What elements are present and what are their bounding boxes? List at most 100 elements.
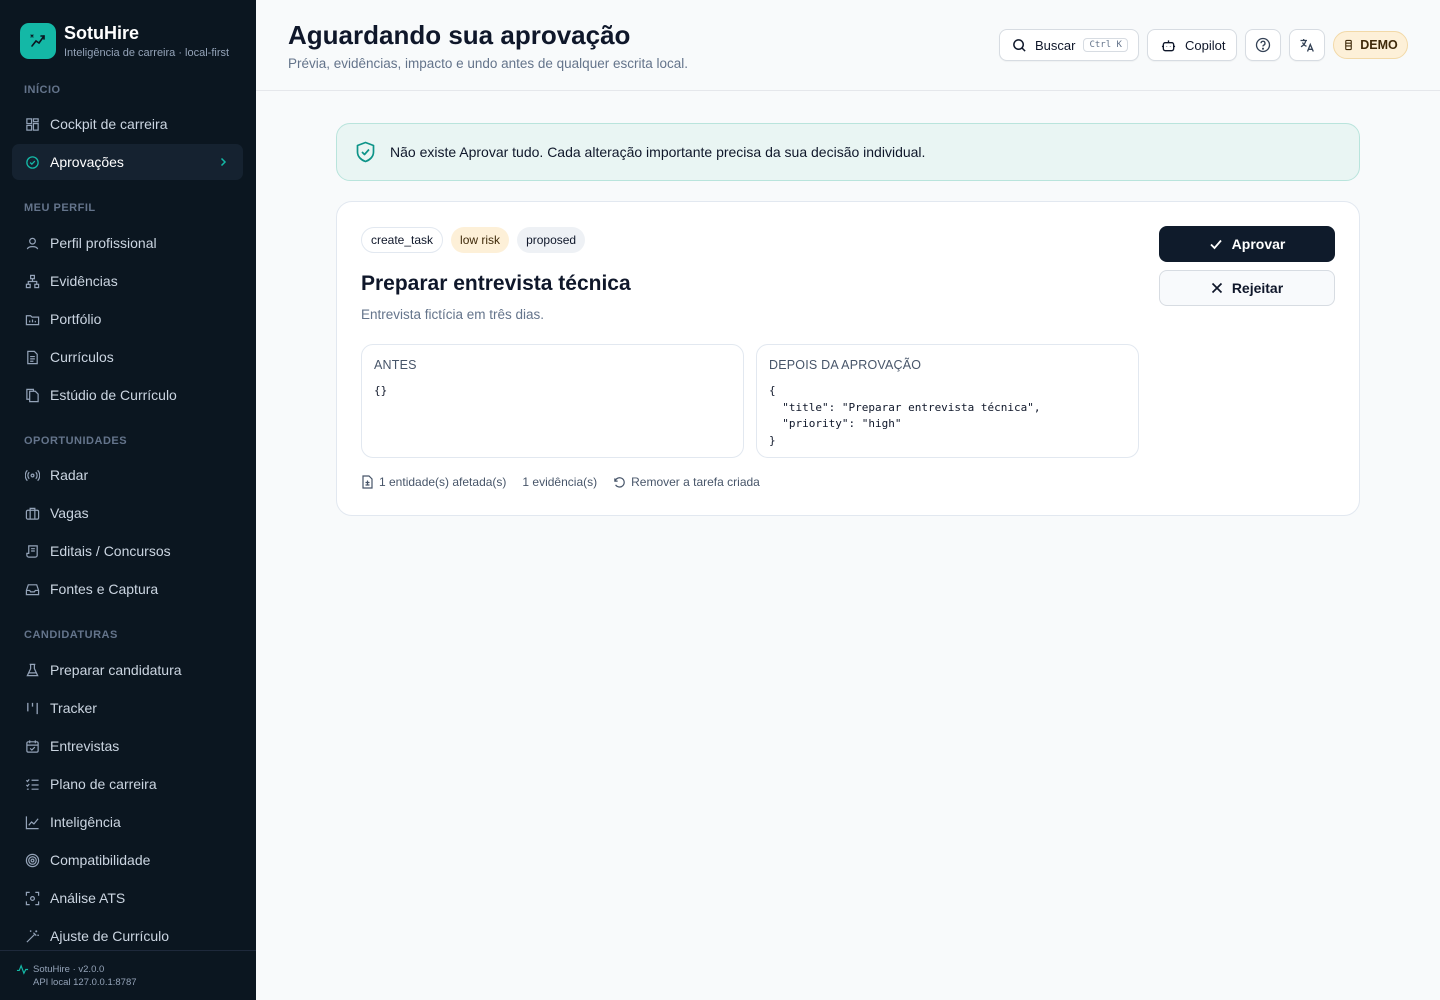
operation-tag: create_task — [361, 227, 444, 253]
copilot-button[interactable]: Copilot — [1147, 29, 1237, 61]
sidebar-item-label: Compatibilidade — [50, 852, 151, 868]
reject-button[interactable]: Rejeitar — [1159, 270, 1335, 306]
sidebar: SotuHire Inteligência de carreira · loca… — [0, 0, 256, 1000]
sidebar-item-label: Vagas — [50, 505, 89, 521]
sidebar-item-inteligencia[interactable]: Inteligência — [12, 804, 243, 840]
scan-icon — [24, 890, 40, 906]
sidebar-item-label: Entrevistas — [50, 738, 120, 754]
sidebar-item-label: Radar — [50, 467, 89, 483]
sidebar-item-label: Inteligência — [50, 814, 121, 830]
sidebar-item-label: Análise ATS — [50, 890, 126, 906]
before-panel: ANTES {} — [361, 344, 744, 458]
notice-text: Não existe Aprovar tudo. Cada alteração … — [390, 144, 926, 160]
reject-label: Rejeitar — [1231, 280, 1284, 296]
kanban-icon — [24, 700, 40, 716]
app-tagline: Inteligência de carreira · local-first — [64, 47, 230, 59]
file-icon — [361, 475, 374, 489]
status-tag: proposed — [517, 227, 586, 253]
sidebar-item-aprovacoes[interactable]: Aprovações — [12, 144, 243, 180]
copy-file-icon — [24, 387, 40, 403]
check-circle-icon — [24, 154, 40, 170]
section-label-inicio: INÍCIO — [24, 84, 61, 96]
approval-card: create_task low risk proposed Preparar e… — [336, 201, 1360, 516]
sidebar-item-label: Evidências — [50, 273, 118, 289]
approve-button[interactable]: Aprovar — [1159, 226, 1335, 262]
sidebar-item-radar[interactable]: Radar — [12, 457, 243, 493]
copilot-label: Copilot — [1185, 37, 1226, 53]
search-button[interactable]: Buscar Ctrl K — [999, 29, 1139, 61]
page-header: Aguardando sua aprovação Prévia, evidênc… — [256, 0, 1440, 91]
target-icon — [24, 852, 40, 868]
sidebar-item-plano[interactable]: Plano de carreira — [12, 766, 243, 802]
affected-entities-text: 1 entidade(s) afetada(s) — [379, 475, 507, 489]
approval-description: Entrevista fictícia em três dias. — [361, 307, 545, 322]
undo-icon — [613, 476, 626, 489]
sidebar-item-label: Portfólio — [50, 311, 102, 327]
sidebar-item-label: Ajuste de Currículo — [50, 928, 170, 944]
evidence-count-text: 1 evidência(s) — [522, 475, 598, 489]
robot-icon — [1161, 38, 1176, 53]
page-title: Aguardando sua aprovação — [288, 20, 631, 50]
sidebar-item-vagas[interactable]: Vagas — [12, 495, 243, 531]
sidebar-item-portfolio[interactable]: Portfólio — [12, 301, 243, 337]
sidebar-item-perfil[interactable]: Perfil profissional — [12, 225, 243, 261]
folder-icon — [24, 311, 40, 327]
approval-meta: 1 entidade(s) afetada(s) 1 evidência(s) … — [361, 475, 776, 489]
sidebar-item-label: Plano de carreira — [50, 776, 157, 792]
language-button[interactable] — [1289, 29, 1325, 61]
sidebar-item-label: Estúdio de Currículo — [50, 387, 177, 403]
search-label: Buscar — [1035, 37, 1076, 53]
dashboard-icon — [24, 116, 40, 132]
line-chart-icon — [24, 814, 40, 830]
approval-notice: Não existe Aprovar tudo. Cada alteração … — [336, 123, 1360, 181]
sidebar-item-label: Preparar candidatura — [50, 662, 182, 678]
demo-label: DEMO — [1360, 38, 1398, 52]
radar-icon — [24, 467, 40, 483]
sidebar-item-label: Perfil profissional — [50, 235, 157, 251]
file-text-icon — [24, 349, 40, 365]
shield-check-icon — [355, 141, 376, 163]
check-icon — [1209, 237, 1223, 251]
sidebar-item-evidencias[interactable]: Evidências — [12, 263, 243, 299]
user-icon — [24, 235, 40, 251]
sidebar-item-cockpit[interactable]: Cockpit de carreira — [12, 106, 243, 142]
sidebar-item-fontes[interactable]: Fontes e Captura — [12, 571, 243, 607]
sidebar-item-estudio[interactable]: Estúdio de Currículo — [12, 377, 243, 413]
sidebar-item-tracker[interactable]: Tracker — [12, 690, 243, 726]
close-icon — [1211, 282, 1223, 294]
chevron-right-icon — [217, 155, 229, 171]
logo-icon — [20, 23, 56, 59]
approve-label: Aprovar — [1231, 236, 1286, 252]
page-subtitle: Prévia, evidências, impacto e undo antes… — [288, 56, 688, 71]
sidebar-footer: SotuHire · v2.0.0 API local 127.0.0.1:87… — [0, 950, 256, 1000]
after-label: DEPOIS DA APROVAÇÃO — [769, 358, 922, 372]
affected-entities: 1 entidade(s) afetada(s) — [361, 475, 506, 489]
approval-title: Preparar entrevista técnica — [361, 272, 631, 295]
before-label: ANTES — [374, 358, 417, 372]
brand[interactable]: SotuHire Inteligência de carreira · loca… — [20, 22, 229, 60]
sidebar-item-ajuste[interactable]: Ajuste de Currículo — [12, 918, 243, 954]
sidebar-item-label: Aprovações — [50, 154, 124, 170]
sidebar-item-label: Editais / Concursos — [50, 543, 171, 559]
help-button[interactable] — [1245, 29, 1281, 61]
app-name: SotuHire — [64, 23, 140, 43]
sidebar-item-preparar-candidatura[interactable]: Preparar candidatura — [12, 652, 243, 688]
sidebar-item-compatibilidade[interactable]: Compatibilidade — [12, 842, 243, 878]
flask-icon — [24, 662, 40, 678]
evidence-count: 1 evidência(s) — [522, 475, 597, 489]
sidebar-item-entrevistas[interactable]: Entrevistas — [12, 728, 243, 764]
demo-badge[interactable]: DEMO — [1333, 31, 1408, 59]
sidebar-item-curriculos[interactable]: Currículos — [12, 339, 243, 375]
scroll-icon — [24, 543, 40, 559]
sidebar-item-editais[interactable]: Editais / Concursos — [12, 533, 243, 569]
app-version: SotuHire · v2.0.0 — [33, 964, 105, 975]
flask-small-icon — [1343, 39, 1354, 51]
after-code: { "title": "Preparar entrevista técnica"… — [769, 384, 1041, 447]
sidebar-item-ats[interactable]: Análise ATS — [12, 880, 243, 916]
translate-icon — [1299, 37, 1315, 53]
briefcase-icon — [24, 505, 40, 521]
section-label-oportunidades: OPORTUNIDADES — [24, 435, 128, 447]
help-icon — [1255, 37, 1271, 53]
sidebar-item-label: Tracker — [50, 700, 97, 716]
approval-tags: create_task low risk proposed — [361, 227, 593, 253]
